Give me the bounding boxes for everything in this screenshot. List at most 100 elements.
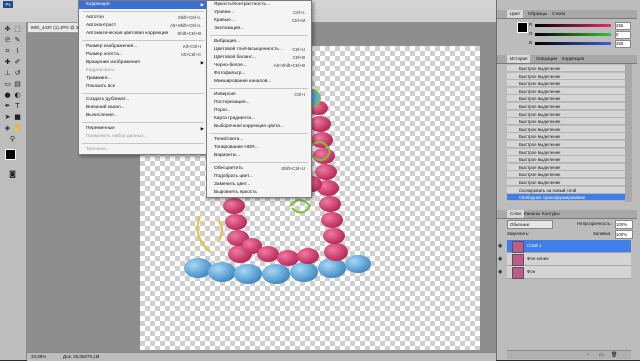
adjustments-menu-item[interactable]: Заменить цвет...: [207, 181, 311, 189]
adjustments-menu-item[interactable]: Цветовой баланс... Ctrl+B: [207, 54, 311, 62]
adjustments-menu-item[interactable]: Карта градиента...: [207, 115, 311, 123]
history-item[interactable]: Быстрое выделение: [507, 148, 625, 156]
history-item[interactable]: Скопировать на новый слой: [507, 186, 625, 194]
history-item[interactable]: Быстрое выделение: [507, 80, 625, 88]
history-item[interactable]: Быстрое выделение: [507, 103, 625, 110]
tab-history[interactable]: История: [507, 55, 531, 63]
opacity-field[interactable]: 100%: [615, 220, 633, 229]
history-item[interactable]: Быстрое выделение: [507, 171, 625, 179]
adjustments-menu-item[interactable]: Экспозиция...: [207, 25, 311, 33]
marquee-tool-icon[interactable]: ⬚: [13, 25, 22, 34]
image-menu-item[interactable]: Показать все: [79, 83, 207, 91]
history-item[interactable]: Быстрое выделение: [507, 65, 625, 72]
adjustments-menu-item[interactable]: Постеризация...: [207, 99, 311, 107]
clone-stamp-tool-icon[interactable]: ⊥: [3, 69, 12, 78]
brush-tool-icon[interactable]: ✐: [13, 58, 22, 67]
history-item[interactable]: Быстрое выделение: [507, 118, 625, 126]
history-brush-tool-icon[interactable]: ↺: [13, 69, 22, 78]
3d-tool-icon[interactable]: ◈: [3, 124, 12, 133]
adjustments-menu-item[interactable]: Порог...: [207, 107, 311, 115]
history-item[interactable]: Быстрое выделение: [507, 72, 625, 80]
tab-styles[interactable]: Стили: [549, 10, 568, 18]
image-menu-item[interactable]: Кадрировать: [79, 67, 207, 75]
history-item[interactable]: Быстрое выделение: [507, 156, 625, 164]
history-item[interactable]: Быстрое выделение: [507, 125, 625, 133]
image-menu-item[interactable]: Внешний канал...: [79, 104, 207, 112]
lasso-tool-icon[interactable]: ᘓ: [3, 36, 12, 45]
adjustments-menu-item[interactable]: Тени/Света...: [207, 136, 311, 144]
adjustments-menu-item[interactable]: Варианты...: [207, 152, 311, 160]
color-panel-foreground[interactable]: [517, 22, 528, 33]
document-tab[interactable]: IMG_4437 (1).JPG @ 33,3% (Слой 1, RGB/8): [27, 22, 84, 33]
image-menu-item[interactable]: Размер изображения... Alt+Ctrl+I: [79, 43, 207, 51]
history-item[interactable]: Быстрое выделение: [507, 179, 625, 186]
history-item[interactable]: Быстрое выделение: [507, 87, 625, 95]
healing-tool-icon[interactable]: ✚: [3, 58, 12, 67]
adjustments-menu-item[interactable]: Выборочная коррекция цвета...: [207, 123, 311, 131]
adjustments-menu-item[interactable]: Обесцветить Shift+Ctrl+U: [207, 165, 311, 173]
tab-actions[interactable]: Операции: [533, 55, 560, 63]
move-tool-icon[interactable]: ✥: [3, 25, 12, 34]
history-item[interactable]: Свободное трансформирование: [507, 194, 625, 202]
path-select-tool-icon[interactable]: ➤: [3, 113, 12, 122]
dodge-tool-icon[interactable]: ◐: [13, 91, 22, 100]
image-menu-item[interactable]: Автотон Shift+Ctrl+L: [79, 14, 207, 22]
layer-row[interactable]: ◉ Слой 1: [498, 240, 631, 253]
image-menu-item[interactable]: Автоконтраст Alt+Shift+Ctrl+L: [79, 22, 207, 30]
color-channel-slider[interactable]: [535, 32, 611, 36]
visibility-eye-icon[interactable]: ◉: [498, 266, 502, 278]
eyedropper-tool-icon[interactable]: ⌇: [13, 47, 22, 56]
color-channel-slider[interactable]: [535, 23, 611, 27]
blend-mode-select[interactable]: Обычные: [507, 220, 553, 229]
adjustments-menu-item[interactable]: Цветовой тон/Насыщенность... Ctrl+U: [207, 46, 311, 54]
pen-tool-icon[interactable]: ✒: [3, 102, 12, 111]
adjustments-menu-item[interactable]: Вибрация...: [207, 38, 311, 46]
image-menu-item[interactable]: Тримминг...: [79, 75, 207, 83]
adjustments-menu-item[interactable]: Черно-белое... Alt+Shift+Ctrl+B: [207, 62, 311, 70]
adjustments-menu-item[interactable]: Фотофильтр...: [207, 70, 311, 78]
layer-row[interactable]: ◉ Фон: [498, 266, 631, 279]
image-menu-item[interactable]: Переменные ▶: [79, 125, 207, 133]
tab-color[interactable]: Цвет: [507, 10, 524, 18]
history-item[interactable]: Быстрое выделение: [507, 110, 625, 118]
adjustments-menu-item[interactable]: Уровни... Ctrl+L: [207, 9, 311, 17]
adjustments-menu-item[interactable]: Выровнять яркость: [207, 189, 311, 197]
color-channel-value[interactable]: 255: [615, 22, 631, 30]
history-scrollbar[interactable]: [625, 64, 632, 202]
blur-tool-icon[interactable]: ●: [3, 91, 12, 100]
new-layer-icon[interactable]: ▫: [587, 351, 589, 359]
image-menu-item[interactable]: Вычисления...: [79, 112, 207, 120]
foreground-color-swatch[interactable]: [5, 149, 16, 160]
trash-icon[interactable]: 🗑: [611, 351, 617, 359]
adjustments-menu-item[interactable]: Микширование каналов...: [207, 78, 311, 86]
image-menu-item[interactable]: Коррекция ▶: [79, 1, 207, 9]
image-menu-item[interactable]: Вращение изображения ▶: [79, 59, 207, 67]
fill-field[interactable]: 100%: [615, 230, 633, 239]
layer-row[interactable]: ◉ Фон копия: [498, 253, 631, 266]
hand-tool-icon[interactable]: ✋: [13, 124, 22, 133]
tab-paths[interactable]: Контуры: [539, 210, 563, 218]
color-channel-value[interactable]: 0: [615, 31, 631, 39]
tab-swatches[interactable]: Образцы: [525, 10, 550, 18]
adjustments-menu-item[interactable]: Инверсия Ctrl+I: [207, 91, 311, 99]
adjustments-menu-item[interactable]: Яркость/Контрастность...: [207, 1, 311, 9]
history-item[interactable]: Быстрое выделение: [507, 163, 625, 171]
visibility-eye-icon[interactable]: ◉: [498, 253, 502, 265]
history-item[interactable]: Быстрое выделение: [507, 95, 625, 103]
tab-adjustments[interactable]: Коррекция: [559, 55, 587, 63]
adjustments-menu-item[interactable]: Тонирование HDR...: [207, 144, 311, 152]
shape-tool-icon[interactable]: ■: [13, 113, 22, 122]
history-item[interactable]: Быстрое выделение: [507, 133, 625, 141]
quick-mask-icon[interactable]: ◙: [8, 170, 17, 179]
color-channel-value[interactable]: 255: [615, 40, 631, 48]
image-menu-item[interactable]: Автоматическая цветовая коррекция Shift+C…: [79, 30, 207, 38]
zoom-tool-icon[interactable]: ⚲: [8, 135, 17, 144]
image-menu-item[interactable]: Применить набор данных...: [79, 133, 207, 141]
folder-icon[interactable]: ▭: [599, 351, 604, 359]
image-menu-item[interactable]: Треппинг...: [79, 146, 207, 154]
history-item[interactable]: Быстрое выделение: [507, 141, 625, 148]
visibility-eye-icon[interactable]: ◉: [498, 240, 502, 252]
color-channel-slider[interactable]: [535, 41, 611, 45]
image-menu-item[interactable]: Создать дубликат...: [79, 96, 207, 104]
adjustments-menu-item[interactable]: Кривые... Ctrl+M: [207, 17, 311, 25]
